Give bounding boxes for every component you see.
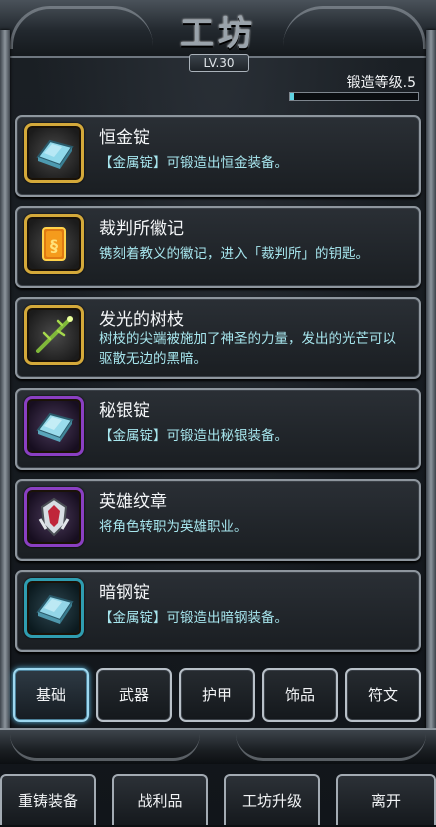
forge-level-label: 锻造等级.5 bbox=[346, 75, 416, 91]
item-description: 镌刻着教义的徽记，进入「裁判所」的钥匙。 bbox=[99, 246, 369, 262]
bottom-divider bbox=[0, 728, 436, 764]
ingot-icon bbox=[36, 412, 74, 442]
item-slot bbox=[24, 123, 84, 183]
item-slot: § bbox=[24, 214, 84, 274]
list-item[interactable]: 暗钢锭 【金属锭】可锻造出暗钢装备。 bbox=[15, 570, 421, 652]
page-title: 工坊 bbox=[180, 14, 256, 54]
leave-button[interactable]: 离开 bbox=[336, 774, 436, 825]
item-name: 秘银锭 bbox=[99, 401, 150, 421]
tab-basic[interactable]: 基础 bbox=[13, 668, 89, 722]
item-description: 【金属锭】可锻造出暗钢装备。 bbox=[99, 610, 288, 626]
frame-border-right bbox=[426, 30, 436, 730]
item-slot bbox=[24, 305, 84, 365]
tab-runes[interactable]: 符文 bbox=[345, 668, 421, 722]
workshop-level-badge: LV.30 bbox=[189, 54, 249, 72]
item-description: 将角色转职为英雄职业。 bbox=[99, 519, 248, 535]
item-description: 树枝的尖端被施加了神圣的力量，发出的光芒可以驱散无边的黑暗。 bbox=[99, 331, 396, 367]
ingot-icon bbox=[36, 594, 74, 624]
item-description: 【金属锭】可锻造出秘银装备。 bbox=[99, 428, 288, 444]
reforge-button[interactable]: 重铸装备 bbox=[0, 774, 96, 825]
list-item[interactable]: 秘银锭 【金属锭】可锻造出秘银装备。 bbox=[15, 388, 421, 470]
tab-weapons[interactable]: 武器 bbox=[96, 668, 172, 722]
forge-progress-fill bbox=[290, 93, 294, 100]
header-bar: 工坊 bbox=[0, 0, 436, 58]
workshop-upgrade-button[interactable]: 工坊升级 bbox=[224, 774, 320, 825]
item-description: 【金属锭】可锻造出恒金装备。 bbox=[99, 155, 288, 171]
item-list[interactable]: 恒金锭 【金属锭】可锻造出恒金装备。 § 裁判所徽记 镌刻着教义的徽记，进入「裁… bbox=[12, 111, 424, 656]
crest-icon bbox=[38, 497, 70, 537]
svg-text:§: § bbox=[50, 236, 58, 255]
divider-ornament-left bbox=[10, 734, 200, 761]
item-name: 发光的树枝 bbox=[99, 310, 184, 330]
item-name: 暗钢锭 bbox=[99, 583, 150, 603]
item-slot bbox=[24, 396, 84, 456]
list-item[interactable]: § 裁判所徽记 镌刻着教义的徽记，进入「裁判所」的钥匙。 bbox=[15, 206, 421, 288]
list-item[interactable]: 发光的树枝 树枝的尖端被施加了神圣的力量，发出的光芒可以驱散无边的黑暗。 bbox=[15, 297, 421, 379]
item-slot bbox=[24, 487, 84, 547]
item-slot bbox=[24, 578, 84, 638]
tab-accessories[interactable]: 饰品 bbox=[262, 668, 338, 722]
ingot-icon bbox=[36, 139, 74, 169]
divider-ornament-right bbox=[236, 734, 426, 761]
branch-icon bbox=[36, 316, 73, 353]
item-name: 恒金锭 bbox=[99, 128, 150, 148]
frame-border-left bbox=[0, 30, 10, 730]
emblem-icon: § bbox=[42, 227, 66, 261]
tab-armor[interactable]: 护甲 bbox=[179, 668, 255, 722]
list-item[interactable]: 英雄纹章 将角色转职为英雄职业。 bbox=[15, 479, 421, 561]
list-item[interactable]: 恒金锭 【金属锭】可锻造出恒金装备。 bbox=[15, 115, 421, 197]
item-name: 英雄纹章 bbox=[99, 492, 167, 512]
loot-button[interactable]: 战利品 bbox=[112, 774, 208, 825]
forge-progress-bar bbox=[289, 92, 419, 101]
item-name: 裁判所徽记 bbox=[99, 219, 184, 239]
